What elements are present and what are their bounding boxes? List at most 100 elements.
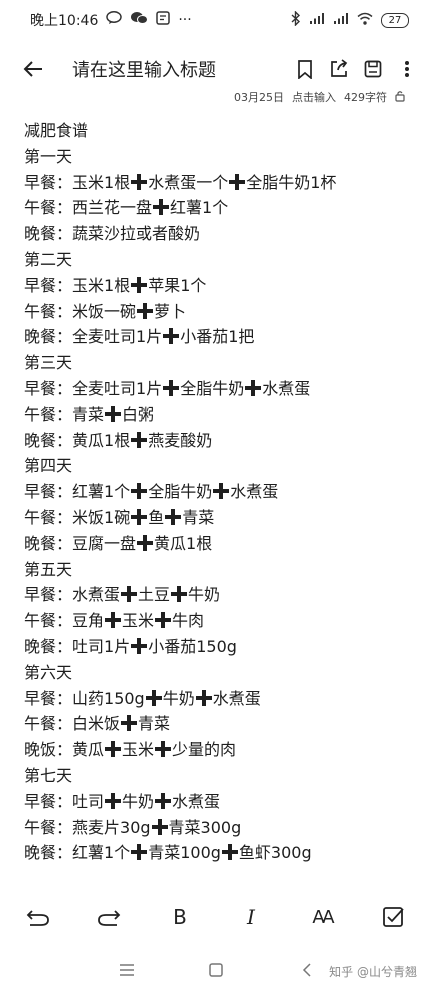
meal-item: 吐司1片 bbox=[72, 636, 131, 656]
meal-item: 全麦吐司1片 bbox=[72, 378, 163, 398]
day-label: 第二天 bbox=[24, 249, 73, 269]
meal-item: 水煮蛋 bbox=[212, 688, 261, 708]
plus-icon bbox=[165, 508, 182, 525]
meal-item: 红薯1个 bbox=[170, 198, 229, 218]
meal-line: 晚餐：吐司1片 小番茄150g bbox=[24, 634, 419, 660]
bluetooth-icon bbox=[291, 9, 301, 30]
signal-icon bbox=[309, 12, 325, 29]
meal-item: 米饭1碗 bbox=[72, 507, 131, 527]
plus-icon bbox=[155, 792, 172, 809]
meal-line: 午餐：白米饭 青菜 bbox=[24, 711, 419, 737]
meal-line: 午餐：米饭1碗鱼青菜 bbox=[24, 505, 419, 531]
meal-line: 早餐：吐司 牛奶 水煮蛋 bbox=[24, 789, 419, 815]
meal-line: 午餐：豆角 玉米 牛肉 bbox=[24, 608, 419, 634]
meal-prefix: 早餐： bbox=[24, 791, 73, 811]
nav-menu-button[interactable] bbox=[116, 959, 138, 981]
meal-item: 玉米1根 bbox=[72, 275, 131, 295]
undo-icon bbox=[26, 910, 49, 926]
meal-item: 牛奶 bbox=[188, 585, 221, 605]
meal-item: 全麦吐司1片 bbox=[72, 327, 163, 347]
wifi-icon bbox=[357, 12, 373, 29]
meal-prefix: 午餐： bbox=[24, 198, 73, 218]
system-nav-bar: 知乎 @山兮青翘 bbox=[0, 955, 431, 985]
redo-button[interactable] bbox=[95, 903, 123, 931]
plus-icon bbox=[163, 328, 180, 345]
plus-icon bbox=[137, 534, 154, 551]
meal-item: 白粥 bbox=[122, 404, 155, 424]
meal-item: 小番茄1把 bbox=[180, 327, 255, 347]
nav-back-icon bbox=[302, 963, 311, 977]
plus-icon bbox=[245, 379, 262, 396]
meal-prefix: 晚饭： bbox=[24, 740, 73, 760]
meal-line: 晚餐：全麦吐司1片 小番茄1把 bbox=[24, 324, 419, 350]
meal-item: 全脂牛奶 bbox=[180, 378, 245, 398]
plus-icon bbox=[131, 844, 148, 861]
plus-icon bbox=[151, 818, 168, 835]
meal-item: 白米饭 bbox=[72, 714, 121, 734]
share-icon bbox=[331, 59, 348, 77]
note-heading: 减肥食谱 bbox=[24, 121, 89, 140]
meal-item: 小番茄150g bbox=[148, 636, 237, 656]
bookmark-button[interactable] bbox=[293, 57, 317, 81]
meal-line: 午餐：燕麦片30g 青菜300g bbox=[24, 815, 419, 841]
nav-home-button[interactable] bbox=[205, 959, 227, 981]
plus-icon bbox=[105, 792, 122, 809]
meal-item: 青菜100g bbox=[148, 843, 221, 863]
checklist-button[interactable] bbox=[379, 903, 407, 931]
plus-icon bbox=[121, 586, 138, 603]
meal-item: 玉米 bbox=[122, 740, 155, 760]
meal-line: 午餐：米饭一碗 萝卜 bbox=[24, 299, 419, 325]
meal-item: 玉米 bbox=[122, 611, 155, 631]
bold-button[interactable]: B bbox=[166, 903, 194, 931]
italic-button[interactable]: I bbox=[237, 903, 265, 931]
meal-line: 早餐：全麦吐司1片 全脂牛奶 水煮蛋 bbox=[24, 376, 419, 402]
meal-prefix: 早餐： bbox=[24, 275, 73, 295]
save-button[interactable] bbox=[361, 57, 385, 81]
more-vertical-icon bbox=[405, 61, 409, 77]
meal-item: 牛奶 bbox=[122, 791, 155, 811]
meal-line: 早餐：玉米1根 苹果1个 bbox=[24, 273, 419, 299]
bookmark-icon bbox=[298, 59, 312, 79]
undo-button[interactable] bbox=[24, 903, 52, 931]
meal-line: 晚餐：黄瓜1根 燕麦酸奶 bbox=[24, 428, 419, 454]
meal-item: 水煮蛋 bbox=[172, 791, 221, 811]
meal-item: 全脂牛奶1杯 bbox=[246, 172, 337, 192]
meal-item: 米饭一碗 bbox=[72, 301, 137, 321]
meal-prefix: 早餐： bbox=[24, 688, 73, 708]
share-button[interactable] bbox=[327, 57, 351, 81]
back-button[interactable] bbox=[18, 54, 48, 84]
more-options-button[interactable] bbox=[395, 57, 419, 81]
meal-item: 水煮蛋一个 bbox=[148, 172, 229, 192]
lock-icon[interactable] bbox=[395, 90, 405, 105]
back-arrow-icon bbox=[23, 61, 42, 77]
meal-item: 鱼虾300g bbox=[238, 843, 312, 863]
meal-item: 土豆 bbox=[138, 585, 171, 605]
note-meta: 03月25日 点击输入 429字符 bbox=[234, 90, 405, 104]
font-size-button[interactable]: AA bbox=[308, 903, 336, 931]
meal-prefix: 早餐： bbox=[24, 378, 73, 398]
click-to-input-label[interactable]: 点击输入 bbox=[292, 89, 336, 105]
meal-line: 早餐：玉米1根 水煮蛋一个 全脂牛奶1杯 bbox=[24, 170, 419, 196]
plus-icon bbox=[163, 379, 180, 396]
note-date: 03月25日 bbox=[234, 91, 284, 104]
more-dots-icon: ··· bbox=[178, 12, 192, 28]
meal-item: 燕麦酸奶 bbox=[148, 430, 213, 450]
plus-icon bbox=[195, 689, 212, 706]
nav-back-button[interactable] bbox=[296, 959, 318, 981]
meal-item: 牛奶 bbox=[162, 688, 195, 708]
meal-item: 豆腐一盘 bbox=[72, 533, 137, 553]
save-icon bbox=[364, 60, 382, 78]
meal-item: 山药150g bbox=[72, 688, 145, 708]
meal-line: 早餐：红薯1个 全脂牛奶 水煮蛋 bbox=[24, 479, 419, 505]
note-title-input[interactable]: 请在这里输入标题 bbox=[72, 56, 293, 82]
meal-item: 青菜 bbox=[72, 404, 105, 424]
meal-item: 萝卜 bbox=[154, 301, 187, 321]
note-body[interactable]: 减肥食谱 第一天 早餐：玉米1根 水煮蛋一个 全脂牛奶1杯 午餐：西兰花一盘 红薯1个 晚餐… bbox=[24, 118, 419, 866]
plus-icon bbox=[153, 199, 170, 216]
meal-line: 晚餐：红薯1个 青菜100g 鱼虾300g bbox=[24, 840, 419, 866]
meal-line: 早餐：山药150g 牛奶 水煮蛋 bbox=[24, 686, 419, 712]
meal-item: 牛肉 bbox=[172, 611, 205, 631]
plus-icon bbox=[221, 844, 238, 861]
meal-prefix: 午餐： bbox=[24, 817, 73, 837]
status-time: 晚上10:46 bbox=[30, 13, 99, 29]
